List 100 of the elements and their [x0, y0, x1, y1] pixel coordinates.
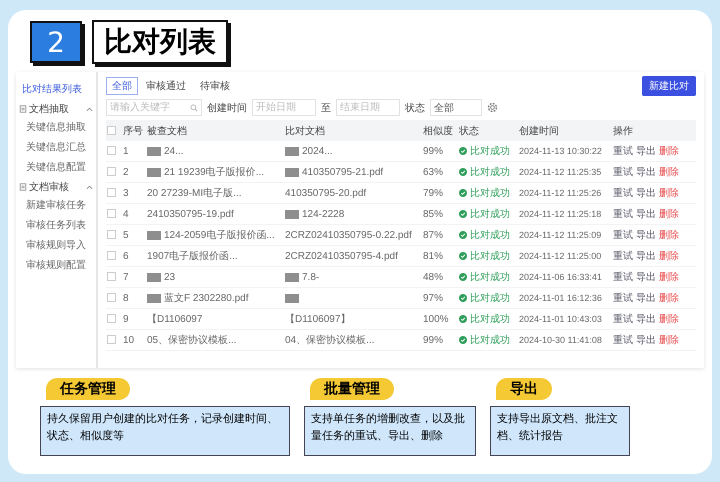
sidebar-item[interactable]: 关键信息配置 [16, 158, 96, 176]
end-date-field[interactable]: 结束日期 [336, 99, 400, 116]
table-cell-text: 21 19239电子版报价... [164, 166, 264, 179]
sidebar-item[interactable]: 审核规则导入 [16, 236, 96, 254]
checkbox[interactable] [107, 167, 116, 176]
caret-icon[interactable] [86, 184, 93, 190]
action-link[interactable]: 删除 [659, 165, 679, 179]
start-date-field[interactable]: 开始日期 [252, 99, 316, 116]
checkbox[interactable] [107, 293, 116, 302]
action-link[interactable]: 删除 [659, 207, 679, 221]
table-cell: 100% [423, 314, 449, 324]
action-link[interactable]: 导出 [636, 249, 656, 263]
table-cell: 2024-11-01 10:43:03 [519, 314, 602, 324]
action-link[interactable]: 导出 [636, 144, 656, 158]
action-link[interactable]: 重试 [613, 207, 633, 221]
table-cell: 63% [423, 166, 444, 178]
check-circle-icon [459, 273, 467, 281]
action-link[interactable]: 重试 [613, 291, 633, 305]
table-cell: 2410350795-19.pdf [147, 208, 234, 220]
action-link[interactable]: 删除 [659, 144, 679, 158]
sidebar-item[interactable]: 关键信息汇总 [16, 138, 96, 156]
sidebar-item[interactable]: 新建审核任务 [16, 196, 96, 214]
feature-description: 持久保留用户创建的比对任务，记录创建时间、状态、相似度等 [40, 406, 290, 456]
status-text: 比对成功 [470, 250, 510, 263]
check-circle-icon [459, 231, 467, 239]
table-cell-text: 【D1106097】 [285, 312, 350, 326]
action-link[interactable]: 重试 [613, 249, 633, 263]
action-link[interactable]: 导出 [636, 291, 656, 305]
action-link[interactable]: 重试 [613, 270, 633, 284]
sidebar-item[interactable]: 比对结果列表 [16, 80, 96, 98]
table-cell: 48% [423, 272, 444, 282]
checkbox[interactable] [107, 126, 116, 135]
checkbox[interactable] [107, 209, 116, 218]
action-link[interactable]: 删除 [659, 291, 679, 305]
action-link[interactable]: 重试 [613, 228, 633, 242]
checkbox[interactable] [107, 335, 116, 344]
checkbox[interactable] [107, 230, 116, 240]
sidebar-group[interactable]: 文档审核 [29, 180, 69, 194]
action-link[interactable]: 重试 [613, 333, 633, 347]
new-compare-button[interactable]: 新建比对 [642, 76, 696, 96]
action-link[interactable]: 导出 [636, 165, 656, 179]
checkbox[interactable] [107, 251, 116, 260]
status-text: 比对成功 [470, 166, 510, 179]
table-cell: 79% [423, 188, 444, 198]
column-header: 比对文档 [284, 120, 422, 141]
table-cell: 9 [123, 314, 129, 324]
checkbox[interactable] [107, 188, 116, 198]
action-link[interactable]: 重试 [613, 165, 633, 179]
status-text: 比对成功 [470, 292, 510, 305]
sidebar-item[interactable]: 关键信息抽取 [16, 118, 96, 136]
action-link[interactable]: 重试 [613, 186, 633, 200]
table-cell: 2024-11-12 11:25:09 [519, 230, 602, 240]
action-link[interactable]: 删除 [659, 312, 679, 326]
table-cell: 2024-11-12 11:25:35 [519, 166, 602, 176]
sidebar-group[interactable]: 文档抽取 [29, 102, 69, 116]
action-link[interactable]: 导出 [636, 312, 656, 326]
table-cell: 2024... [302, 146, 333, 156]
check-circle-icon [459, 294, 467, 302]
table-cell: 87% [423, 230, 444, 240]
action-link[interactable]: 重试 [613, 144, 633, 158]
status-select[interactable]: 全部 [430, 99, 482, 116]
settings-icon[interactable] [487, 102, 498, 113]
action-link[interactable]: 导出 [636, 207, 656, 221]
status-text: 比对成功 [470, 186, 510, 200]
table-cell: 2024-11-06 16:33:41 [519, 272, 602, 282]
caret-icon[interactable] [86, 106, 93, 112]
action-link[interactable]: 删除 [659, 186, 679, 200]
column-header: 被查文档 [146, 120, 284, 141]
filter-tab[interactable]: 全部 [106, 77, 138, 95]
sidebar-item[interactable]: 审核任务列表 [16, 216, 96, 234]
section-title: 比对列表 [92, 20, 228, 64]
checkbox[interactable] [107, 272, 116, 282]
action-link[interactable]: 删除 [659, 228, 679, 242]
check-circle-icon [459, 147, 467, 155]
table-cell: 124-2228 [302, 208, 344, 220]
action-link[interactable]: 导出 [636, 186, 656, 200]
table-cell: 2024-11-01 16:12:36 [519, 292, 602, 302]
action-link[interactable]: 导出 [636, 270, 656, 284]
action-link[interactable]: 导出 [636, 228, 656, 242]
table-cell: 4 [123, 208, 129, 220]
table-cell-text: 20 27239-MI电子版... [147, 186, 242, 200]
check-circle-icon [459, 315, 467, 323]
column-header: 操作 [612, 120, 696, 141]
action-link[interactable]: 导出 [636, 333, 656, 347]
table-cell: 2024-11-12 11:25:26 [519, 188, 602, 198]
sidebar-item[interactable]: 审核规则配置 [16, 256, 96, 274]
feature-description: 支持单任务的增删改查，以及批量任务的重试、导出、删除 [304, 406, 476, 456]
action-link[interactable]: 删除 [659, 249, 679, 263]
column-header: 序号 [122, 120, 146, 141]
table-cell: 81% [423, 250, 444, 262]
action-link[interactable]: 删除 [659, 270, 679, 284]
action-link[interactable]: 删除 [659, 333, 679, 347]
checkbox[interactable] [107, 146, 116, 156]
table-cell-text: 蓝文F 2302280.pdf [164, 292, 248, 305]
checkbox[interactable] [107, 314, 116, 324]
table-cell: 7.8- [302, 272, 320, 282]
table-cell: 2024-11-12 11:25:00 [519, 250, 602, 260]
action-link[interactable]: 重试 [613, 312, 633, 326]
table-cell: 8 [123, 292, 129, 304]
status-text: 比对成功 [470, 334, 510, 347]
